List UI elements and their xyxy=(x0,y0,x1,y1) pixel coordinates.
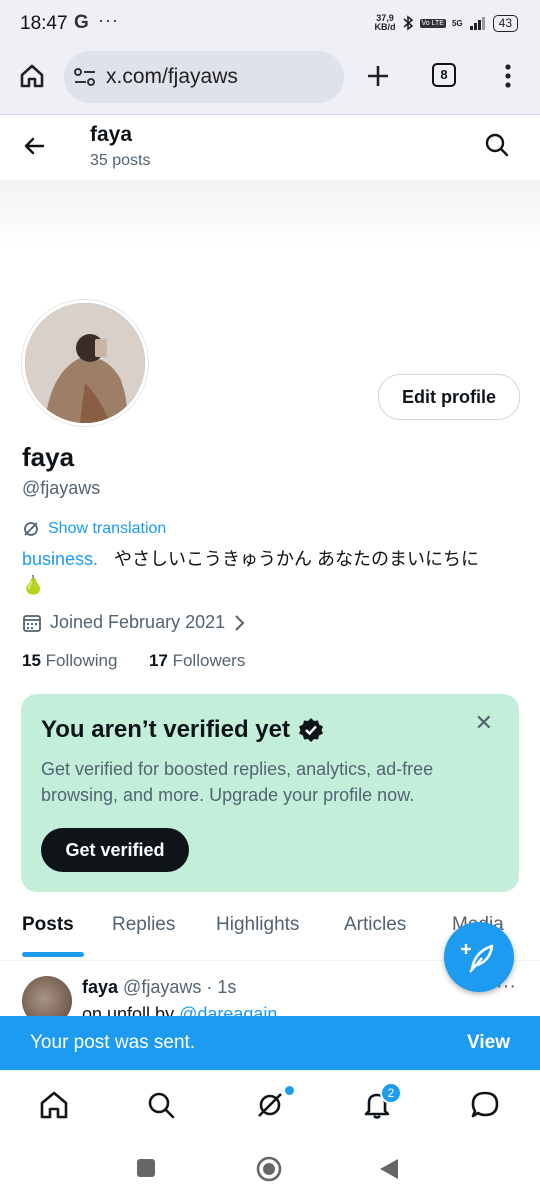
joined-date[interactable]: Joined February 2021 xyxy=(22,612,245,633)
url-text: x.com/fjayaws xyxy=(106,65,238,88)
recent-apps-icon[interactable] xyxy=(137,1159,155,1177)
verify-card: You aren’t verified yet ✕ Get verified f… xyxy=(21,694,519,892)
back-arrow-icon[interactable] xyxy=(22,134,46,158)
new-tab-icon[interactable] xyxy=(364,62,392,90)
grok-new-dot xyxy=(283,1084,296,1097)
show-translation-label: Show translation xyxy=(48,520,167,537)
browser-toolbar: x.com/fjayaws 8 xyxy=(0,48,540,115)
verified-badge-icon xyxy=(298,718,323,742)
site-settings-icon[interactable] xyxy=(74,67,96,87)
tab-articles[interactable]: Articles xyxy=(344,914,406,936)
post-header: faya @fjayaws · 1s xyxy=(82,977,237,997)
toast-view-button[interactable]: View xyxy=(467,1032,510,1054)
calendar-icon xyxy=(23,614,41,632)
tab-posts[interactable]: Posts xyxy=(22,914,74,936)
bio-text: やさしいこうきゅうかん あなたのまいにちに xyxy=(114,549,480,569)
avatar[interactable] xyxy=(22,300,148,426)
more-options-icon[interactable] xyxy=(500,62,516,90)
network-type: 5G xyxy=(451,18,463,28)
nav-grok-icon[interactable] xyxy=(254,1089,286,1121)
chevron-right-icon xyxy=(235,614,245,631)
joined-label: Joined February 2021 xyxy=(50,612,226,632)
system-home-icon[interactable] xyxy=(255,1155,283,1183)
status-icons: 37,9 KB/d Vo LTE 5G 43 xyxy=(375,14,518,32)
nav-search-icon[interactable] xyxy=(145,1089,177,1121)
profile-bio: business. やさしいこうきゅうかん あなたのまいにちに 🍐 xyxy=(22,546,522,598)
avatar-photo xyxy=(25,303,145,423)
status-bar: 18:47 G ··· 37,9 KB/d Vo LTE 5G 43 xyxy=(0,0,540,48)
nav-home-icon[interactable] xyxy=(38,1089,70,1121)
compose-feather-icon xyxy=(461,944,494,973)
show-translation-link[interactable]: Show translation xyxy=(22,520,166,538)
network-speed: 37,9 KB/d xyxy=(374,13,396,32)
search-icon[interactable] xyxy=(484,132,510,158)
pear-emoji-icon: 🍐 xyxy=(22,575,45,595)
notifications-badge: 2 xyxy=(380,1082,402,1104)
more-notifications-icon: ··· xyxy=(98,10,119,30)
tab-highlights[interactable]: Highlights xyxy=(216,914,299,936)
edit-profile-button[interactable]: Edit profile xyxy=(378,374,520,420)
address-bar[interactable]: x.com/fjayaws xyxy=(64,51,344,103)
header-post-count: 35 posts xyxy=(90,152,151,169)
system-navigation xyxy=(0,1140,540,1200)
translate-icon xyxy=(24,522,38,536)
compose-post-button[interactable] xyxy=(444,922,514,992)
verify-card-title: You aren’t verified yet xyxy=(41,716,324,744)
home-icon[interactable] xyxy=(18,62,46,90)
tab-switcher-button[interactable]: 8 xyxy=(432,63,456,87)
bluetooth-icon xyxy=(402,15,413,31)
bio-link[interactable]: business. xyxy=(22,549,98,569)
status-time: 18:47 xyxy=(20,13,68,34)
volte-icon: Vo LTE xyxy=(419,18,446,28)
signal-icon xyxy=(469,17,485,30)
nav-messages-icon[interactable] xyxy=(469,1089,501,1121)
profile-banner xyxy=(0,180,540,250)
tab-replies[interactable]: Replies xyxy=(112,914,175,936)
active-tab-indicator xyxy=(22,952,84,957)
post-sent-toast: Your post was sent. View xyxy=(0,1016,540,1070)
profile-name: faya xyxy=(22,442,75,472)
following-link[interactable]: 15 Following xyxy=(22,651,117,670)
profile-handle: @fjayaws xyxy=(22,478,101,498)
get-verified-button[interactable]: Get verified xyxy=(41,828,189,872)
battery-icon: 43 xyxy=(492,14,518,32)
follow-stats: 15 Following 17 Followers xyxy=(22,651,245,671)
header-title: faya xyxy=(90,123,133,146)
system-back-icon[interactable] xyxy=(378,1157,400,1181)
toast-message: Your post was sent. xyxy=(30,1032,196,1053)
followers-link[interactable]: 17 Followers xyxy=(149,651,245,670)
bottom-navigation xyxy=(0,1070,540,1141)
google-icon: G xyxy=(74,12,89,33)
verify-card-description: Get verified for boosted replies, analyt… xyxy=(41,759,434,805)
close-icon[interactable]: ✕ xyxy=(475,710,493,736)
